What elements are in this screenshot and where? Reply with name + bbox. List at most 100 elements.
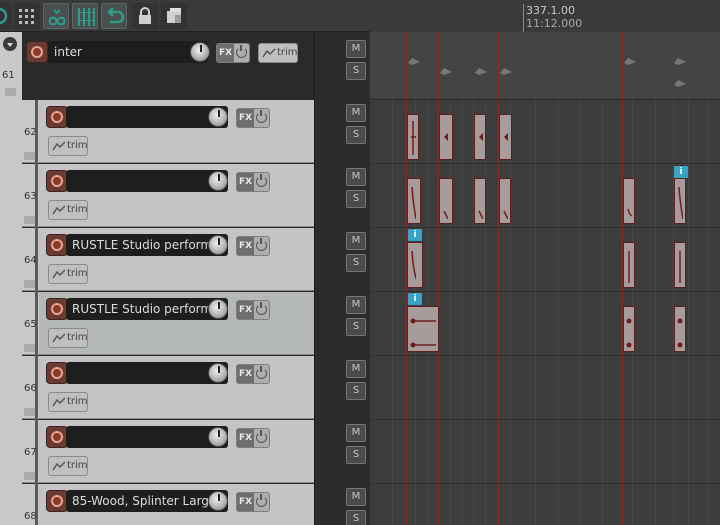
volume-knob[interactable]	[208, 299, 228, 319]
track-name-field[interactable]: RUSTLE Studio performec	[66, 234, 228, 256]
fx-button[interactable]: FX	[237, 429, 254, 447]
item-info-badge[interactable]: i	[408, 293, 422, 305]
fx-bypass-icon[interactable]	[236, 45, 247, 58]
media-item[interactable]	[623, 178, 635, 224]
record-arm-button[interactable]	[46, 298, 68, 320]
media-item[interactable]	[623, 306, 635, 352]
solo-button[interactable]: S	[346, 382, 366, 400]
track-name-field[interactable]: inter	[48, 41, 208, 63]
fx-button[interactable]: FX	[237, 173, 254, 191]
project-folder-button[interactable]	[161, 3, 187, 29]
trim-envelope-button[interactable]: trim	[48, 264, 88, 284]
media-item[interactable]	[439, 178, 453, 224]
mute-button[interactable]: M	[346, 232, 366, 250]
solo-button[interactable]: S	[346, 254, 366, 272]
media-item[interactable]	[407, 178, 421, 224]
grid-toggle-button[interactable]	[14, 3, 40, 29]
mute-button[interactable]: M	[346, 424, 366, 442]
record-arm-button[interactable]	[46, 490, 68, 512]
arrange-view[interactable]: i i i	[370, 32, 720, 525]
track-name-field[interactable]	[66, 362, 228, 384]
record-arm-button[interactable]	[46, 106, 68, 128]
trim-envelope-button[interactable]: trim	[48, 200, 88, 220]
track-name-field[interactable]: 85-Wood, Splinter Large	[66, 490, 228, 512]
media-item[interactable]	[623, 242, 635, 288]
fx-bypass-icon[interactable]	[256, 110, 267, 123]
fx-button[interactable]: FX	[237, 365, 254, 383]
lock-button[interactable]	[132, 3, 158, 29]
trim-envelope-button[interactable]: trim	[48, 392, 88, 412]
trim-envelope-button[interactable]: trim	[48, 328, 88, 348]
fx-button[interactable]: FX	[237, 237, 254, 255]
media-item[interactable]	[474, 178, 486, 224]
item-info-badge[interactable]: i	[674, 166, 688, 178]
media-item[interactable]	[407, 306, 439, 352]
mute-button[interactable]: M	[346, 40, 366, 58]
track-number: 66	[24, 383, 37, 394]
record-arm-button[interactable]	[46, 362, 68, 384]
fx-group: FX	[236, 364, 270, 384]
item-info-badge[interactable]: i	[408, 229, 422, 241]
mute-button[interactable]: M	[346, 104, 366, 122]
volume-knob[interactable]	[208, 107, 228, 127]
fx-bypass-icon[interactable]	[256, 430, 267, 443]
solo-button[interactable]: S	[346, 126, 366, 144]
loop-button[interactable]	[101, 3, 127, 29]
media-item[interactable]	[674, 178, 686, 224]
solo-button[interactable]: S	[346, 190, 366, 208]
fx-bypass-icon[interactable]	[256, 494, 267, 507]
ripple-link-button[interactable]	[43, 3, 69, 29]
media-item[interactable]	[674, 242, 686, 288]
link-icon	[48, 9, 66, 26]
trim-envelope-button[interactable]: trim	[48, 136, 88, 156]
folder-item-preview	[674, 80, 686, 87]
fx-button[interactable]: FX	[237, 493, 254, 511]
fx-bypass-icon[interactable]	[256, 238, 267, 251]
record-arm-button[interactable]	[46, 170, 68, 192]
fx-button[interactable]: FX	[237, 109, 254, 127]
record-arm-button[interactable]	[46, 426, 68, 448]
folder-state-icon	[24, 152, 35, 160]
media-item[interactable]	[439, 114, 453, 160]
media-item[interactable]	[474, 114, 486, 160]
solo-button[interactable]: S	[346, 510, 366, 525]
track-name-field[interactable]	[66, 106, 228, 128]
media-item[interactable]	[674, 306, 686, 352]
volume-knob[interactable]	[208, 171, 228, 191]
track-name-field[interactable]	[66, 170, 228, 192]
mute-button[interactable]: M	[346, 296, 366, 314]
record-arm-button[interactable]	[46, 234, 68, 256]
media-item[interactable]	[407, 114, 419, 160]
solo-button[interactable]: S	[346, 318, 366, 336]
trim-envelope-button[interactable]: trim	[258, 43, 298, 63]
mute-button[interactable]: M	[346, 488, 366, 506]
folder-collapse-button[interactable]	[3, 37, 17, 51]
solo-button[interactable]: S	[346, 62, 366, 80]
envelope-icon	[52, 141, 66, 151]
snap-grid-button[interactable]	[72, 3, 98, 29]
fx-bypass-icon[interactable]	[256, 302, 267, 315]
media-item[interactable]	[499, 114, 512, 160]
volume-knob[interactable]	[208, 491, 228, 511]
record-arm-button[interactable]	[26, 41, 48, 63]
track-name-field[interactable]: RUSTLE Studio performec	[66, 298, 228, 320]
fx-bypass-icon[interactable]	[256, 366, 267, 379]
pause-button[interactable]	[0, 3, 12, 29]
folder-state-icon	[24, 344, 35, 352]
trim-envelope-button[interactable]: trim	[48, 456, 88, 476]
folder-item-preview	[408, 58, 420, 65]
fx-button[interactable]: FX	[237, 301, 254, 319]
track-name-field[interactable]	[66, 426, 228, 448]
mute-button[interactable]: M	[346, 360, 366, 378]
solo-button[interactable]: S	[346, 446, 366, 464]
media-item[interactable]	[407, 242, 423, 288]
volume-knob[interactable]	[208, 235, 228, 255]
volume-knob[interactable]	[208, 363, 228, 383]
fx-button[interactable]: FX	[217, 44, 234, 62]
media-item[interactable]	[499, 178, 511, 224]
volume-knob[interactable]	[208, 427, 228, 447]
volume-knob[interactable]	[190, 42, 210, 62]
fx-bypass-icon[interactable]	[256, 174, 267, 187]
timeline-ruler[interactable]: 337.1.00 11:12.000	[370, 0, 720, 32]
mute-button[interactable]: M	[346, 168, 366, 186]
